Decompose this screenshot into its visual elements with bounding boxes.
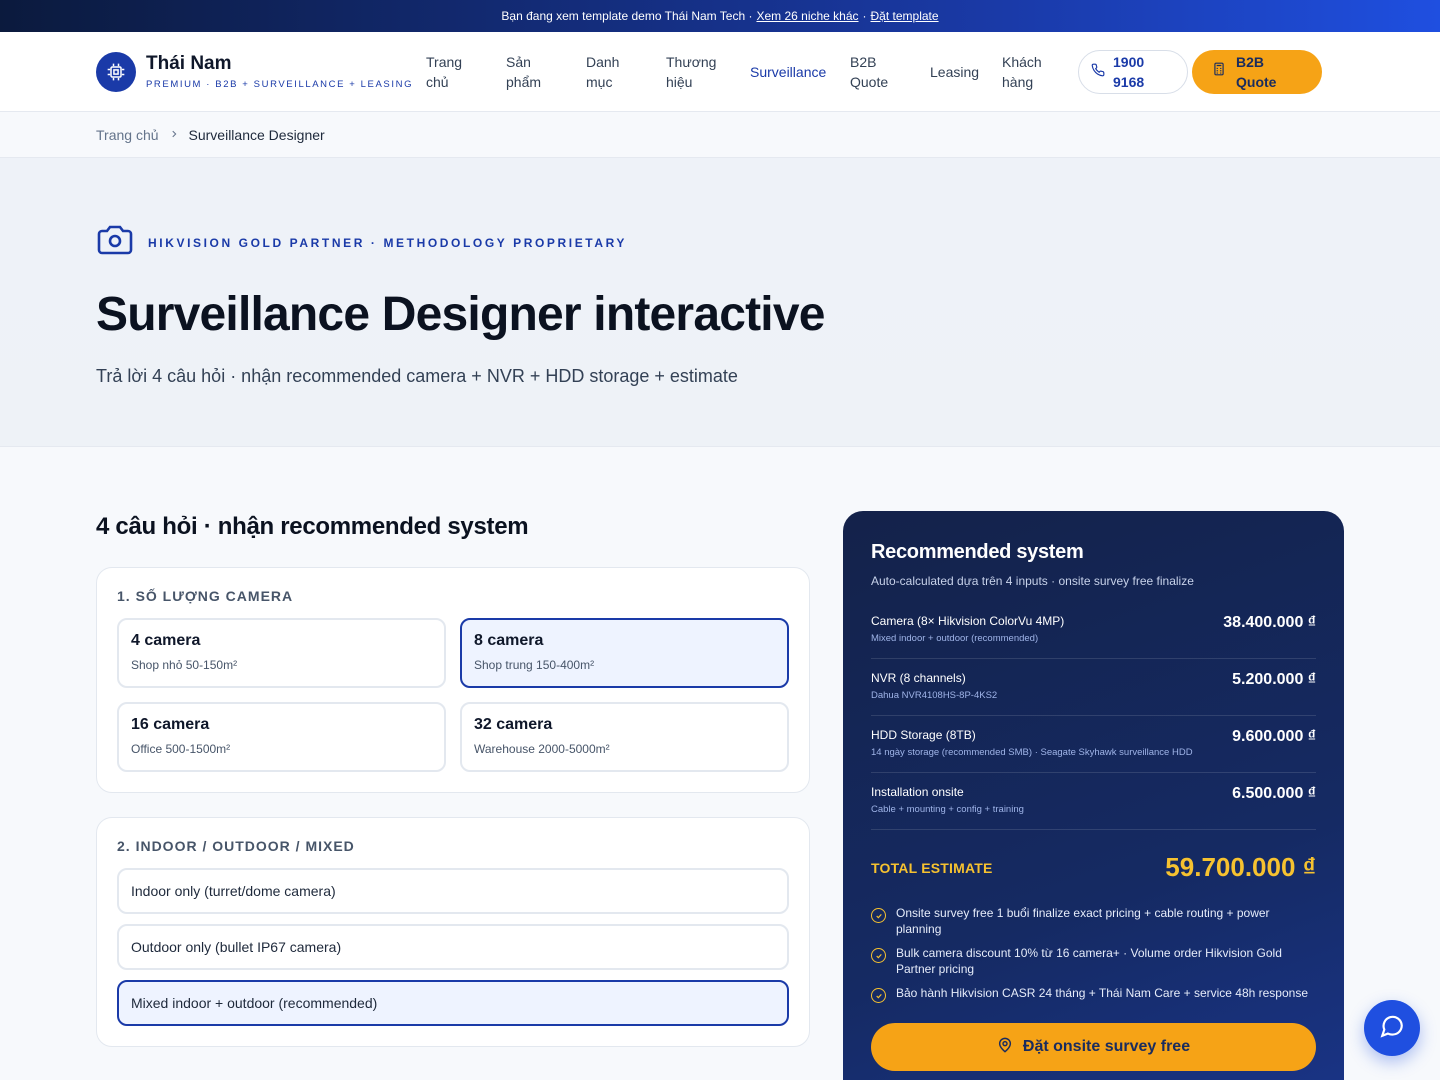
option-mixed[interactable]: Mixed indoor + outdoor (recommended) [117, 980, 789, 1026]
benefit-item: Bảo hành Hikvision CASR 24 tháng + Thái … [871, 985, 1316, 1003]
line-items: Camera (8× Hikvision ColorVu 4MP) Mixed … [871, 602, 1316, 830]
hero: HIKVISION GOLD PARTNER · METHODOLOGY PRO… [0, 158, 1440, 447]
benefit-text: Bảo hành Hikvision CASR 24 tháng + Thái … [896, 986, 1309, 1000]
line-item-note: Dahua NVR4108HS-8P-4KS2 [871, 690, 998, 701]
hero-eyebrow: HIKVISION GOLD PARTNER · METHODOLOGY PRO… [96, 224, 1344, 261]
book-survey-label: Đặt onsite survey free [1022, 1038, 1191, 1055]
option-4-camera[interactable]: 4 camera Shop nhỏ 50-150m² [117, 618, 446, 688]
total-value: 59.700.000 ₫ [1165, 852, 1316, 882]
check-circle-icon [871, 908, 886, 923]
question-label: 2. INDOOR / OUTDOOR / MIXED [117, 838, 355, 854]
b2b-quote-button[interactable]: B2B Quote [1192, 49, 1322, 94]
line-item-name: NVR (8 channels) [871, 671, 966, 685]
total-estimate: TOTAL ESTIMATE 59.700.000 ₫ [871, 852, 1316, 883]
option-subtitle: Shop trung 150-400m² [474, 658, 595, 672]
line-item-note: Mixed indoor + outdoor (recommended) [871, 633, 1039, 644]
page-title: Surveillance Designer interactive [96, 288, 825, 341]
total-label: TOTAL ESTIMATE [871, 859, 993, 876]
chat-button[interactable] [1364, 1000, 1420, 1056]
phone-icon [1091, 62, 1105, 82]
questionnaire-title: 4 câu hỏi · nhận recommended system [96, 513, 529, 540]
page-subtitle: Trả lời 4 câu hỏi · nhận recommended cam… [96, 366, 738, 386]
line-item-name: HDD Storage (8TB) [871, 728, 976, 742]
line-item-name: Installation onsite [871, 785, 964, 799]
nav-item-leasing[interactable]: Leasing [920, 62, 992, 82]
line-item-hdd: HDD Storage (8TB) 14 ngày storage (recom… [871, 716, 1316, 773]
phone-button[interactable]: 1900 9168 [1078, 49, 1188, 94]
site-header: Thái Nam PREMIUM · B2B + SURVEILLANCE + … [0, 32, 1440, 112]
option-title: 8 camera [474, 632, 544, 649]
questionnaire: 4 câu hỏi · nhận recommended system 1. S… [96, 513, 810, 1047]
camera-icon [96, 224, 134, 261]
nav-item-home[interactable]: Trang chủ [416, 52, 496, 92]
nav-item-products[interactable]: Sản phẩm [496, 52, 576, 92]
nav-item-customers[interactable]: Khách hàng [992, 52, 1078, 92]
b2b-quote-label: B2B Quote [1236, 53, 1277, 90]
banner-link-niches[interactable]: Xem 26 niche khác [756, 9, 858, 23]
panel-title: Recommended system [871, 541, 1084, 563]
breadcrumb-home[interactable]: Trang chủ [96, 127, 159, 143]
chat-icon [1379, 1013, 1405, 1044]
chip-icon [96, 51, 136, 92]
line-item-name: Camera (8× Hikvision ColorVu 4MP) [871, 614, 1065, 628]
line-item-price: 38.400.000 ₫ [1223, 614, 1316, 631]
banner-link-order-template[interactable]: Đặt template [871, 9, 939, 23]
nav-item-surveillance[interactable]: Surveillance [740, 62, 840, 82]
nav-item-categories[interactable]: Danh mục [576, 52, 656, 92]
question-card-camera-count: 1. SỐ LƯỢNG CAMERA 4 camera Shop nhỏ 50-… [96, 567, 810, 793]
brand-tagline: PREMIUM · B2B + SURVEILLANCE + LEASING [146, 79, 414, 90]
check-circle-icon [871, 948, 886, 963]
option-title: 16 camera [131, 716, 210, 733]
benefit-item: Bulk camera discount 10% từ 16 camera+ ·… [871, 945, 1316, 977]
option-subtitle: Warehouse 2000-5000m² [474, 742, 610, 756]
line-item-price: 5.200.000 ₫ [1232, 671, 1316, 688]
line-item-camera: Camera (8× Hikvision ColorVu 4MP) Mixed … [871, 602, 1316, 659]
hero-eyebrow-text: HIKVISION GOLD PARTNER · METHODOLOGY PRO… [148, 235, 628, 250]
benefit-text: Onsite survey free 1 buổi finalize exact… [896, 906, 1270, 936]
line-item-price: 6.500.000 ₫ [1232, 785, 1316, 802]
option-subtitle: Shop nhỏ 50-150m² [131, 658, 238, 672]
main-nav: Trang chủ Sản phẩm Danh mục Thương hiệu … [416, 49, 1344, 94]
map-pin-icon [997, 1037, 1013, 1058]
line-item-note: 14 ngày storage (recommended SMB) · Seag… [871, 747, 1193, 758]
option-8-camera[interactable]: 8 camera Shop trung 150-400m² [460, 618, 789, 688]
nav-item-brands[interactable]: Thương hiệu [656, 52, 740, 92]
option-title: 32 camera [474, 716, 553, 733]
book-survey-button[interactable]: Đặt onsite survey free [871, 1023, 1316, 1071]
brand-name: Thái Nam [146, 53, 232, 74]
panel-subtitle: Auto-calculated dựa trên 4 inputs · onsi… [871, 574, 1194, 588]
breadcrumb: Trang chủ Surveillance Designer [0, 112, 1440, 158]
line-item-nvr: NVR (8 channels) Dahua NVR4108HS-8P-4KS2… [871, 659, 1316, 716]
phone-label: 1900 9168 [1113, 53, 1145, 90]
question-label: 1. SỐ LƯỢNG CAMERA [117, 588, 294, 604]
check-circle-icon [871, 988, 886, 1003]
benefits-list: Onsite survey free 1 buổi finalize exact… [871, 905, 1316, 1003]
chevron-right-icon [169, 128, 179, 142]
option-indoor-only[interactable]: Indoor only (turret/dome camera) [117, 868, 789, 914]
top-banner: Bạn đang xem template demo Thái Nam Tech… [0, 0, 1440, 32]
benefit-text: Bulk camera discount 10% từ 16 camera+ ·… [896, 946, 1282, 976]
breadcrumb-current: Surveillance Designer [188, 126, 325, 143]
nav-item-b2b-quote[interactable]: B2B Quote [840, 52, 920, 92]
banner-text: Bạn đang xem template demo Thái Nam Tech… [501, 9, 753, 23]
line-item-note: Cable + mounting + config + training [871, 804, 1024, 815]
calculator-icon [1212, 61, 1226, 82]
question-card-environment: 2. INDOOR / OUTDOOR / MIXED Indoor only … [96, 817, 810, 1047]
line-item-price: 9.600.000 ₫ [1232, 728, 1316, 745]
recommended-system-panel: Recommended system Auto-calculated dựa t… [843, 511, 1344, 1080]
option-title: 4 camera [131, 632, 201, 649]
brand[interactable]: Thái Nam PREMIUM · B2B + SURVEILLANCE + … [96, 51, 416, 92]
option-outdoor-only[interactable]: Outdoor only (bullet IP67 camera) [117, 924, 789, 970]
option-subtitle: Office 500-1500m² [131, 742, 231, 756]
option-32-camera[interactable]: 32 camera Warehouse 2000-5000m² [460, 702, 789, 772]
line-item-installation: Installation onsite Cable + mounting + c… [871, 773, 1316, 830]
benefit-item: Onsite survey free 1 buổi finalize exact… [871, 905, 1316, 937]
banner-separator: · [862, 9, 867, 23]
option-16-camera[interactable]: 16 camera Office 500-1500m² [117, 702, 446, 772]
